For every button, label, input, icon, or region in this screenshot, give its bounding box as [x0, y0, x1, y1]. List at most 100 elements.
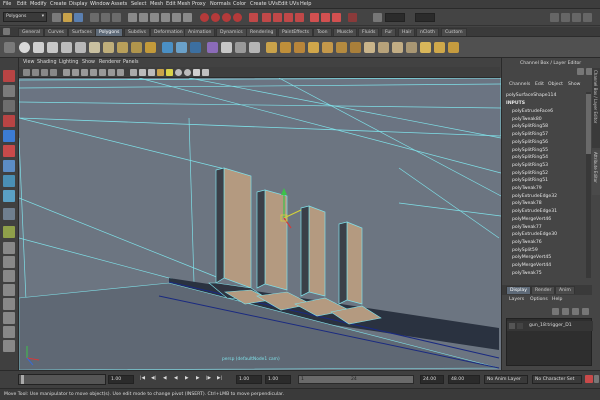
layout-single-icon[interactable]: [3, 226, 15, 238]
construction-history-icon[interactable]: [295, 13, 304, 22]
shelf-options-icon[interactable]: [4, 42, 15, 53]
snap-view-plane-icon[interactable]: [233, 13, 242, 22]
layer-tab-display[interactable]: Display: [506, 286, 531, 294]
tab-polygons[interactable]: Polygons: [95, 28, 124, 36]
camera-attributes-icon[interactable]: [32, 69, 39, 76]
menu-modify[interactable]: Modify: [30, 1, 47, 7]
safe-title-icon[interactable]: [117, 69, 124, 76]
step-back-frame-icon[interactable]: ◀: [163, 376, 167, 381]
go-to-start-icon[interactable]: |◀: [140, 376, 145, 381]
side-tab-attribute-editor[interactable]: Attribute Editor: [592, 150, 600, 195]
tab-general[interactable]: General: [18, 28, 45, 36]
mode-select[interactable]: Polygons ▾: [3, 12, 47, 22]
paint-select-tool-icon[interactable]: [3, 100, 15, 112]
gate-mask-icon[interactable]: [90, 69, 97, 76]
layout-graph-icon[interactable]: [3, 298, 15, 310]
film-gate-icon[interactable]: [72, 69, 79, 76]
tab-fur[interactable]: Fur: [381, 28, 397, 36]
extrude-icon[interactable]: [280, 42, 291, 53]
viewport-canvas[interactable]: [19, 78, 501, 370]
layer-menu-layers[interactable]: Layers: [509, 297, 524, 302]
safe-action-icon[interactable]: [108, 69, 115, 76]
history-item[interactable]: polyMergeVert45: [512, 255, 551, 260]
history-item[interactable]: polySplitRing52: [512, 171, 548, 176]
anim-layer-select[interactable]: No Anim Layer: [484, 375, 528, 384]
xray-joints-icon[interactable]: [193, 69, 200, 76]
history-item[interactable]: polyTweak80: [512, 117, 542, 122]
side-tab-channel-box[interactable]: Channel Box / Layer Editor: [592, 68, 600, 148]
layout-two-stacked-icon[interactable]: [3, 270, 15, 282]
poly-torus-icon[interactable]: [89, 42, 100, 53]
history-item[interactable]: polySplitRing54: [512, 155, 548, 160]
select-object-icon[interactable]: [101, 13, 110, 22]
last-tool-icon[interactable]: [3, 208, 15, 220]
range-end-field[interactable]: 24.00: [420, 375, 444, 384]
menu-display[interactable]: Display: [69, 1, 87, 7]
layer-tab-anim[interactable]: Anim: [555, 286, 575, 294]
viewport-menu-view[interactable]: View: [23, 60, 34, 65]
append-polygon-icon[interactable]: [308, 42, 319, 53]
snap-point-icon[interactable]: [222, 13, 231, 22]
mask-curves-icon[interactable]: [150, 13, 159, 22]
show-channel-box-icon[interactable]: [583, 13, 592, 22]
poly-prism-icon[interactable]: [103, 42, 114, 53]
ipr-render-icon[interactable]: [321, 13, 330, 22]
xray-icon[interactable]: [184, 69, 191, 76]
move-layer-up-icon[interactable]: [572, 308, 579, 315]
playback-start-field[interactable]: 1.00: [265, 375, 291, 384]
layout-outliner-icon[interactable]: [3, 284, 15, 296]
menu-select[interactable]: Select: [131, 1, 146, 7]
menu-edit-mesh[interactable]: Edit Mesh: [166, 1, 190, 7]
mask-deformers-icon[interactable]: [172, 13, 181, 22]
input-mode-icon[interactable]: [373, 13, 382, 22]
channel-box-menu-edit[interactable]: Edit: [535, 82, 544, 87]
split-polygon-icon[interactable]: [322, 42, 333, 53]
mask-handles-icon[interactable]: [128, 13, 137, 22]
bookmark-icon[interactable]: [41, 69, 48, 76]
layer-row[interactable]: gun_18:trigger_D1: [507, 321, 593, 331]
history-item[interactable]: polyExtrudeFace6: [512, 109, 553, 114]
merge-icon[interactable]: [378, 42, 389, 53]
move-tool-icon[interactable]: [3, 115, 15, 127]
isolate-select-icon[interactable]: [202, 69, 209, 76]
boolean-intersection-icon[interactable]: [249, 42, 260, 53]
step-forward-key-icon[interactable]: |▶: [206, 376, 211, 381]
combine-icon[interactable]: [162, 42, 173, 53]
step-forward-frame-icon[interactable]: ▶: [196, 376, 200, 381]
tab-surfaces[interactable]: Surfaces: [68, 28, 96, 36]
save-scene-icon[interactable]: [74, 13, 83, 22]
show-manipulator-icon[interactable]: [3, 190, 15, 202]
mask-surfaces-icon[interactable]: [161, 13, 170, 22]
tab-muscle[interactable]: Muscle: [333, 28, 357, 36]
channel-box-scroll-thumb[interactable]: [586, 94, 591, 154]
tab-toon[interactable]: Toon: [313, 28, 332, 36]
tab-ncloth[interactable]: nCloth: [416, 28, 439, 36]
layer-from-selection-icon[interactable]: [562, 308, 569, 315]
history-item[interactable]: polyMergeVert44: [512, 263, 551, 268]
poly-pipe-icon[interactable]: [131, 42, 142, 53]
history-item[interactable]: polySplitRing57: [512, 132, 548, 137]
smooth-shade-icon[interactable]: [139, 69, 146, 76]
history-item[interactable]: polyTweak75: [512, 271, 542, 276]
bridge-icon[interactable]: [294, 42, 305, 53]
history-item[interactable]: polySplit59: [512, 248, 538, 253]
history-item[interactable]: polyExtrudeEdge31: [512, 209, 557, 214]
channel-box-menu-show[interactable]: Show: [568, 82, 580, 87]
select-tool-icon[interactable]: [3, 70, 15, 82]
poly-plane-icon[interactable]: [75, 42, 86, 53]
menu-create-uvs[interactable]: Create UVs: [250, 1, 278, 7]
step-back-key-icon[interactable]: ◀|: [151, 376, 156, 381]
snap-curve-icon[interactable]: [211, 13, 220, 22]
scale-tool-icon[interactable]: [3, 145, 15, 157]
layer-name[interactable]: gun_18:trigger_D1: [529, 323, 572, 328]
current-time-field[interactable]: 1.00: [108, 375, 134, 384]
menu-proxy[interactable]: Proxy: [192, 1, 206, 7]
perspective-viewport[interactable]: persp (defaultNode1 cam): [19, 78, 501, 370]
poly-pyramid-icon[interactable]: [117, 42, 128, 53]
universal-manipulator-icon[interactable]: [3, 160, 15, 172]
poly-cone-icon[interactable]: [61, 42, 72, 53]
layout-uv-icon[interactable]: [3, 340, 15, 352]
input-ops-icon[interactable]: [273, 13, 282, 22]
lasso-tool-icon[interactable]: [3, 85, 15, 97]
layer-tab-render[interactable]: Render: [531, 286, 556, 294]
